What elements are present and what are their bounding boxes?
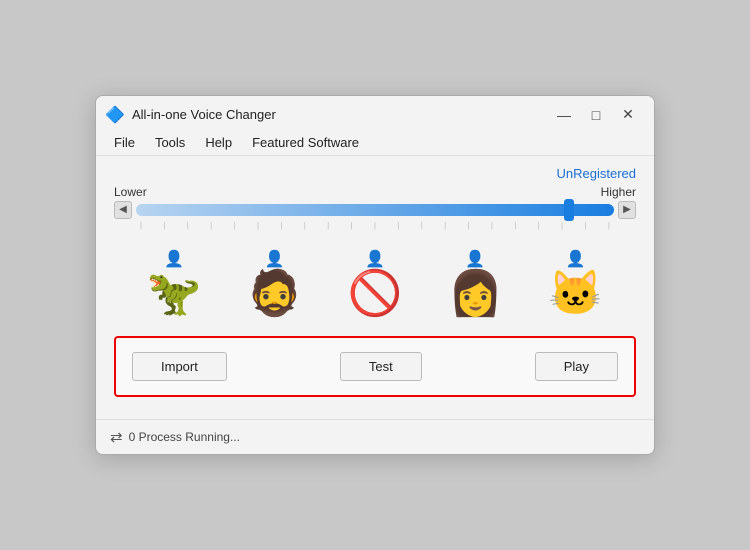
main-window: 🔷 All-in-one Voice Changer — □ ✕ File To… (95, 95, 655, 455)
avatar-emoji-woman: 👩 (448, 270, 503, 318)
registration-row: UnRegistered (114, 164, 636, 185)
avatar-woman[interactable]: 👤 👩 (448, 252, 503, 318)
avatar-emoji-man: 🧔 (247, 270, 302, 318)
menu-bar: File Tools Help Featured Software (96, 130, 654, 156)
minimize-button[interactable]: — (550, 104, 578, 126)
window-controls: — □ ✕ (550, 104, 642, 126)
avatar-man[interactable]: 👤 🧔 (247, 252, 302, 318)
close-button[interactable]: ✕ (614, 104, 642, 126)
menu-tools[interactable]: Tools (145, 132, 195, 153)
import-button[interactable]: Import (132, 352, 227, 381)
avatar-pin-dragon: 👤 (164, 252, 184, 268)
pitch-slider-section: Lower Higher ◀ ▶ | | | | | (114, 185, 636, 230)
status-text: 0 Process Running... (129, 430, 240, 444)
avatar-emoji-dragon: 🦖 (147, 270, 202, 318)
avatar-emoji-cat: 🐱 (548, 270, 603, 318)
slider-left-arrow[interactable]: ◀ (114, 201, 132, 219)
slider-track-container: ◀ ▶ (114, 201, 636, 219)
avatar-pin-woman: 👤 (465, 252, 485, 268)
status-bar: ⇄ 0 Process Running... (96, 419, 654, 454)
app-icon: 🔷 (106, 106, 124, 124)
avatar-none[interactable]: 👤 🚫 (348, 252, 403, 318)
slider-outer[interactable] (136, 201, 614, 219)
title-bar: 🔷 All-in-one Voice Changer — □ ✕ (96, 96, 654, 130)
avatar-cat[interactable]: 👤 🐱 (548, 252, 603, 318)
avatar-pin-man: 👤 (265, 252, 285, 268)
menu-file[interactable]: File (104, 132, 145, 153)
test-button[interactable]: Test (340, 352, 422, 381)
slider-labels: Lower Higher (114, 185, 636, 199)
unregistered-label[interactable]: UnRegistered (557, 166, 637, 181)
slider-thumb[interactable] (564, 199, 574, 221)
action-box: Import Test Play (114, 336, 636, 397)
slider-background (136, 204, 614, 216)
slider-right-arrow[interactable]: ▶ (618, 201, 636, 219)
avatar-pin-cat: 👤 (566, 252, 586, 268)
avatar-pin-none: 👤 (365, 252, 385, 268)
lower-label: Lower (114, 185, 147, 199)
maximize-button[interactable]: □ (582, 104, 610, 126)
menu-featured-software[interactable]: Featured Software (242, 132, 369, 153)
window-title: All-in-one Voice Changer (132, 107, 542, 122)
ruler-ticks-row: | | | | | | | | | | | | | | | | | (114, 221, 636, 230)
main-content: UnRegistered Lower Higher ◀ ▶ | (96, 156, 654, 419)
higher-label: Higher (601, 185, 636, 199)
process-icon: ⇄ (110, 428, 123, 446)
avatar-emoji-none: 🚫 (348, 270, 403, 318)
menu-help[interactable]: Help (195, 132, 242, 153)
avatar-dragon[interactable]: 👤 🦖 (147, 252, 202, 318)
avatars-row: 👤 🦖 👤 🧔 👤 🚫 👤 👩 👤 🐱 (114, 236, 636, 328)
play-button[interactable]: Play (535, 352, 618, 381)
